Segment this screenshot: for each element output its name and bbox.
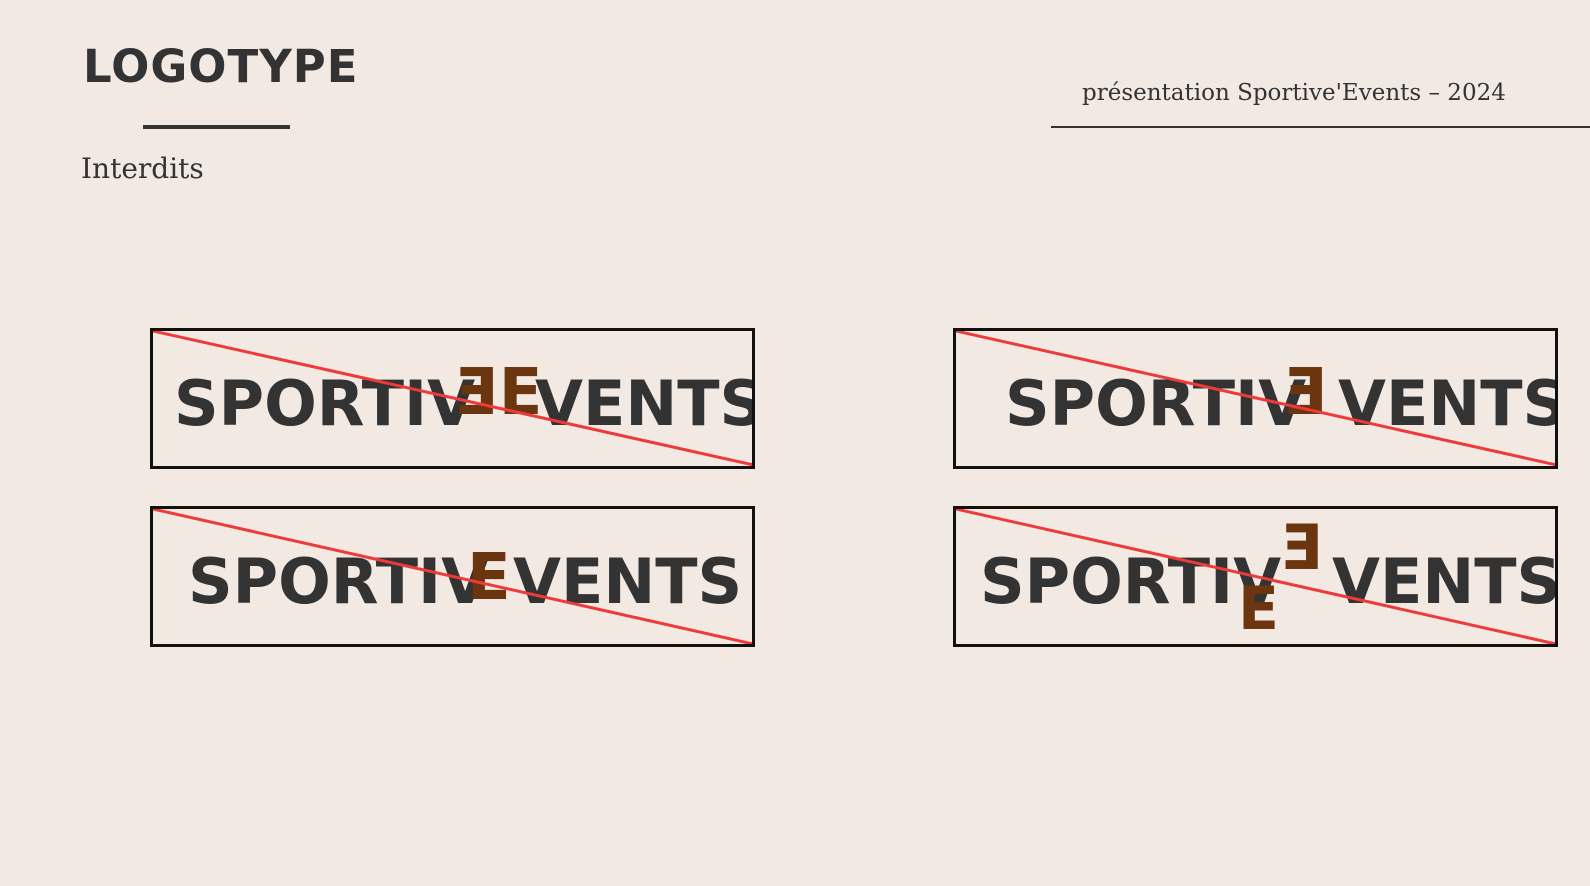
forbidden-logo-card: SPORTIV E E VENTS — [953, 506, 1558, 647]
section-subtitle: Interdits — [81, 152, 204, 185]
forbidden-logo-card: SPORTIV EE VENTS — [150, 328, 755, 469]
strike-line — [153, 509, 752, 644]
page-title: LOGOTYPE — [83, 40, 359, 93]
strike-line — [956, 331, 1555, 466]
forbidden-logo-card: SPORTIV E VENTS — [150, 506, 755, 647]
header-caption: présentation Sportive'Events – 2024 — [1082, 80, 1506, 106]
title-underline — [143, 125, 290, 129]
header-rule — [1051, 126, 1590, 128]
strike-line — [153, 331, 752, 466]
strike-line — [956, 509, 1555, 644]
forbidden-logo-card: SPORTIV E VENTS — [953, 328, 1558, 469]
